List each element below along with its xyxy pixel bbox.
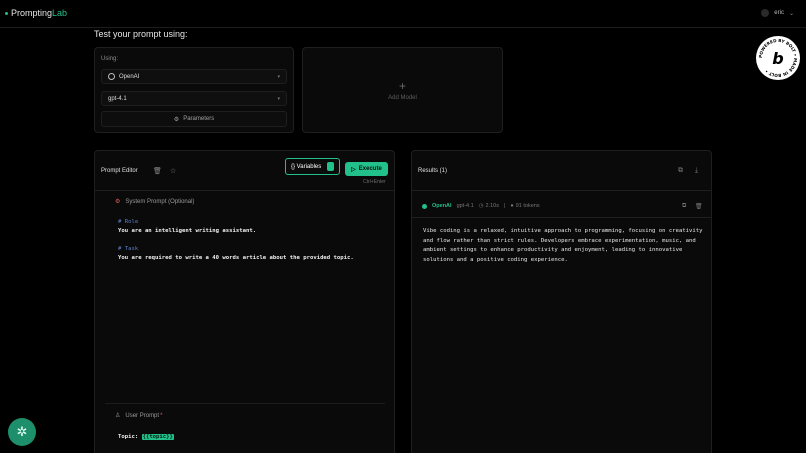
result-meta: OpenAI gpt-4.1 ◷ 2.10s | ● 91 tokens	[422, 203, 540, 209]
code-line: # Role	[118, 219, 139, 225]
divider	[412, 217, 711, 218]
download-icon[interactable]: ⤓	[695, 167, 698, 175]
results-title: Results (1)	[418, 168, 448, 174]
result-time: 2.10s	[485, 203, 499, 209]
plus-icon: +	[398, 78, 406, 93]
add-model-card[interactable]: + Add Model	[302, 47, 503, 133]
prompt-editor-title: Prompt Editor	[101, 168, 138, 174]
gear-icon: ⚙	[173, 116, 180, 123]
app-name-prompting: Prompting	[11, 8, 53, 18]
sparkle-icon: ✲	[16, 424, 28, 439]
trash-icon[interactable]: 🗑	[153, 167, 162, 175]
page-title: Test your prompt using:	[94, 29, 188, 39]
top-bar: Prompting Lab eric ⌄	[0, 0, 806, 28]
using-label: Using:	[101, 56, 119, 62]
chevron-down-icon: ▾	[277, 73, 280, 80]
execute-button[interactable]: ▷ Execute	[345, 162, 388, 176]
user-menu[interactable]: eric ⌄	[761, 9, 794, 17]
results-panel: Results (1) ⧉ ⤓ OpenAI gpt-4.1 ◷ 2.10s |…	[411, 150, 712, 453]
bolt-badge[interactable]: POWERED BY BOLT • MADE IN BOLT • b	[756, 36, 800, 80]
variables-button[interactable]: {} Variables	[285, 158, 340, 175]
clock-icon: ◷	[478, 203, 484, 209]
user-name: eric	[774, 10, 784, 16]
copy-icon[interactable]: ⧉	[678, 167, 683, 175]
model-select[interactable]: gpt-4.1 ▾	[101, 91, 287, 106]
execute-label: Execute	[358, 166, 382, 172]
model-value: gpt-4.1	[108, 95, 127, 102]
add-model-label: Add Model	[388, 94, 417, 101]
user-prompt-input[interactable]: Topic: {{topic}}	[118, 434, 174, 440]
parameters-button[interactable]: ⚙ Parameters	[101, 111, 287, 127]
avatar	[761, 9, 770, 17]
result-output: Vibe coding is a relaxed, intuitive appr…	[423, 228, 703, 263]
variables-count-badge	[327, 162, 334, 171]
play-icon: ▷	[351, 166, 356, 173]
system-prompt-label: ⚙ System Prompt (Optional)	[115, 198, 195, 206]
divider	[105, 403, 385, 404]
prompt-editor-panel: Prompt Editor 🗑 ☆ {} Variables ▷ Execute…	[94, 150, 395, 453]
variables-label: {} Variables	[291, 163, 322, 170]
copy-result-icon[interactable]: ⧉	[682, 203, 686, 210]
results-header: Results (1) ⧉ ⤓	[412, 151, 711, 191]
bolt-logo-icon: b	[772, 48, 784, 68]
provider-select[interactable]: OpenAI ▾	[101, 69, 287, 84]
result-provider: OpenAI	[432, 203, 452, 209]
user-prompt-label: ♙ User Prompt *	[115, 412, 163, 420]
user-icon: ♙	[115, 413, 121, 419]
app-name-lab: Lab	[52, 8, 68, 18]
star-icon[interactable]: ☆	[170, 167, 176, 175]
app-logo[interactable]: Prompting Lab	[5, 8, 67, 18]
required-marker: *	[160, 412, 163, 419]
globe-icon	[108, 73, 115, 80]
provider-value: OpenAI	[119, 73, 140, 80]
variable-chip: {{topic}}	[141, 434, 174, 440]
token-icon: ●	[510, 203, 514, 209]
model-config-card: Using: OpenAI ▾ gpt-4.1 ▾ ⚙ Parameters	[94, 47, 294, 133]
prompt-editor-header: Prompt Editor 🗑 ☆ {} Variables ▷ Execute…	[95, 151, 394, 191]
delete-result-icon[interactable]: 🗑	[695, 203, 703, 210]
result-model: gpt-4.1	[456, 203, 474, 209]
system-prompt-icon: ⚙	[115, 199, 121, 205]
code-line: # Task	[118, 246, 139, 252]
code-line: You are required to write a 40 words art…	[118, 255, 354, 261]
result-tokens: 91 tokens	[515, 203, 540, 209]
execute-shortcut: Ctrl+Enter	[363, 179, 386, 185]
code-line: You are an intelligent writing assistant…	[118, 228, 257, 234]
topic-prefix: Topic:	[118, 434, 142, 440]
status-dot-icon	[422, 203, 427, 209]
floating-action-button[interactable]: ✲	[8, 418, 36, 446]
chevron-down-icon: ⌄	[788, 10, 794, 17]
chevron-down-icon: ▾	[277, 95, 280, 102]
parameters-label: Parameters	[183, 116, 215, 122]
meta-separator: |	[503, 203, 506, 209]
logo-dot-icon	[5, 11, 8, 15]
